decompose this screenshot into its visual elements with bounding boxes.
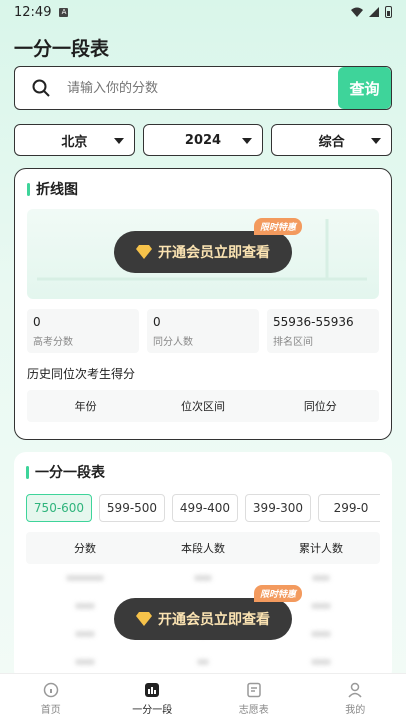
range-tab[interactable]: 750-600 — [26, 494, 92, 522]
caret-down-icon — [242, 138, 253, 144]
page-title: 一分一段表 — [14, 38, 110, 60]
col-segment-count: 本段人数 — [181, 542, 225, 555]
signal-icon — [369, 7, 379, 17]
search-button[interactable]: 查询 — [338, 67, 391, 109]
status-time: 12:49 — [14, 4, 52, 20]
vip-unlock-label: 开通会员立即查看 — [158, 612, 270, 628]
wifi-icon — [351, 7, 363, 17]
diamond-icon — [136, 245, 152, 259]
stats-row: 0 高考分数 0 同分人数 55936-55936 排名区间 — [27, 309, 379, 353]
home-icon — [43, 682, 58, 697]
vip-unlock-button[interactable]: 开通会员立即查看 限时特惠 — [114, 218, 302, 273]
form-icon — [247, 682, 261, 697]
filter-row: 北京 2024 综合 — [14, 124, 393, 156]
nav-profile[interactable]: 我的 — [305, 674, 406, 723]
score-table-title-text: 一分一段表 — [35, 465, 105, 481]
search-icon — [15, 67, 67, 109]
promo-tag: 限时特惠 — [253, 585, 302, 602]
province-value: 北京 — [61, 134, 88, 150]
nav-home[interactable]: 首页 — [0, 674, 102, 723]
nav-score-segment[interactable]: 一分一段 — [102, 674, 204, 723]
table-row — [26, 564, 380, 592]
history-table-header: 年份 位次区间 同位分 — [27, 390, 379, 422]
year-value: 2024 — [184, 132, 222, 148]
col-score: 分数 — [74, 542, 96, 555]
search-bar: 查询 — [14, 66, 392, 110]
stat-same-score: 0 同分人数 — [147, 309, 259, 353]
caret-down-icon — [371, 138, 382, 144]
range-tabs: 750-600 599-500 499-400 399-300 299-0 — [26, 494, 380, 522]
score-table-card: 一分一段表 750-600 599-500 499-400 399-300 29… — [14, 452, 392, 682]
col-cumulative-count: 累计人数 — [299, 542, 343, 555]
province-select[interactable]: 北京 — [14, 124, 135, 156]
history-col-score: 同位分 — [303, 400, 337, 413]
status-bar: 12:49 A — [0, 0, 406, 24]
line-chart-title: 折线图 — [27, 179, 379, 199]
battery-icon — [385, 6, 392, 18]
history-col-rank: 位次区间 — [180, 400, 225, 413]
year-select[interactable]: 2024 — [142, 124, 264, 156]
caret-down-icon — [113, 138, 124, 144]
stat-rank-range: 55936-55936 排名区间 — [267, 309, 379, 353]
range-tab[interactable]: 499-400 — [172, 494, 238, 522]
blurred-rows: 开通会员立即查看 限时特惠 — [26, 564, 380, 679]
history-title: 历史同位次考生得分 — [27, 367, 136, 381]
line-chart-title-text: 折线图 — [36, 182, 78, 198]
history-col-year: 年份 — [74, 400, 97, 413]
score-input[interactable] — [67, 67, 338, 109]
score-table-header: 分数 本段人数 累计人数 — [26, 532, 380, 564]
score-table-title: 一分一段表 — [26, 462, 380, 482]
range-tab[interactable]: 299-0 — [318, 494, 380, 522]
stat-score: 0 高考分数 — [27, 309, 139, 353]
vip-unlock-label: 开通会员立即查看 — [158, 245, 270, 261]
category-select[interactable]: 综合 — [271, 124, 393, 156]
title-accent-bar — [27, 182, 30, 196]
promo-tag: 限时特惠 — [253, 218, 302, 235]
range-tab[interactable]: 599-500 — [99, 494, 165, 522]
category-value: 综合 — [318, 134, 345, 150]
table-row — [26, 648, 380, 676]
nav-application[interactable]: 志愿表 — [203, 674, 305, 723]
notification-a-icon: A — [59, 7, 69, 17]
range-tab[interactable]: 399-300 — [245, 494, 311, 522]
vip-unlock-button[interactable]: 开通会员立即查看 限时特惠 — [114, 585, 302, 640]
title-accent-bar — [26, 465, 29, 479]
bar-chart-icon — [145, 682, 160, 697]
diamond-icon — [136, 612, 152, 626]
user-icon — [348, 682, 362, 698]
bottom-nav: 首页 一分一段 志愿表 我的 — [0, 673, 406, 723]
line-chart-card: 折线图 开通会员立即查看 限时特惠 0 高考分数 0 同分人数 55936-55… — [14, 168, 392, 440]
